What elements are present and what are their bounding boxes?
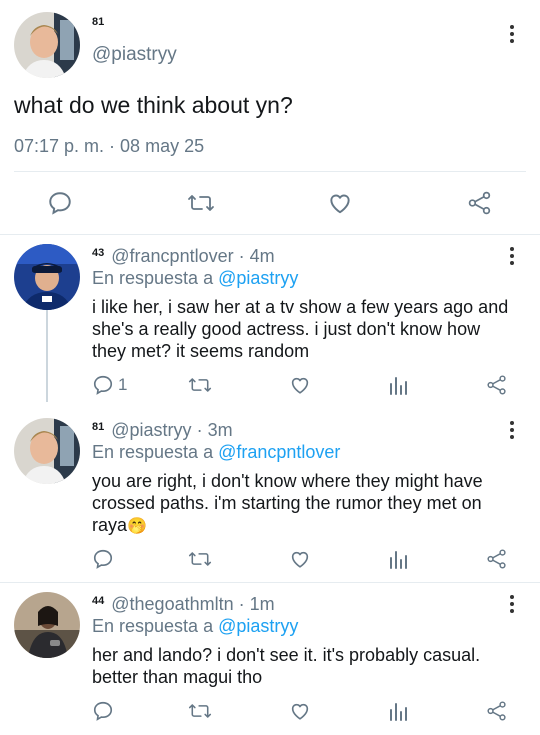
avatar-thegoathmltn[interactable] xyxy=(14,592,80,658)
retweet-button[interactable] xyxy=(188,700,212,722)
separator-dot: · xyxy=(196,420,203,440)
kebab-menu-icon[interactable] xyxy=(509,595,515,616)
reply-icon xyxy=(93,375,113,395)
reply-text-line: raya xyxy=(92,515,128,535)
retweet-icon xyxy=(188,195,214,211)
reply-author-handle[interactable]: @thegoathmltn xyxy=(111,594,233,614)
reply-text-line: better than magui tho xyxy=(92,667,263,687)
heart-icon xyxy=(291,703,309,720)
reply-to-link[interactable]: @francpntlover xyxy=(218,442,340,462)
reply-text-line: they met? it seems random xyxy=(92,341,310,361)
divider xyxy=(14,171,526,172)
share-button[interactable] xyxy=(467,190,493,216)
separator-dot: · xyxy=(238,246,245,266)
avatar-francpntlover[interactable] xyxy=(14,244,80,310)
reply-author-handle[interactable]: @francpntlover xyxy=(111,246,233,266)
share-button[interactable] xyxy=(486,374,508,396)
analytics-button[interactable] xyxy=(388,700,408,722)
share-icon xyxy=(487,701,506,721)
share-button[interactable] xyxy=(486,700,508,722)
retweet-icon xyxy=(188,704,212,718)
share-icon xyxy=(487,549,506,569)
kebab-menu-icon[interactable] xyxy=(509,421,515,442)
tweet-text: what do we think about yn? xyxy=(14,92,293,118)
analytics-icon xyxy=(390,377,407,395)
tweet-timestamp: 07:17 p. m. · 08 may 25 xyxy=(14,136,205,156)
reply-count: 1 xyxy=(118,375,128,394)
divider xyxy=(0,234,540,235)
reply-to-link[interactable]: @piastryy xyxy=(218,616,298,636)
reply-header: 81 @piastryy · 3m xyxy=(92,420,233,441)
like-button[interactable] xyxy=(289,374,311,396)
thread-connector-line xyxy=(46,310,48,402)
reply-icon xyxy=(49,192,71,215)
follower-badge: 81 xyxy=(92,421,105,433)
follower-badge: 44 xyxy=(92,595,105,607)
reply-author-handle[interactable]: @piastryy xyxy=(111,420,191,440)
in-reply-to: En respuesta a @piastryy xyxy=(92,268,298,289)
reply-time: 4m xyxy=(249,246,275,266)
follower-badge: 81 xyxy=(92,16,105,28)
retweet-icon xyxy=(188,378,212,392)
like-button[interactable] xyxy=(327,190,353,216)
divider xyxy=(0,582,540,583)
reply-prefix: En respuesta a xyxy=(92,268,214,288)
share-icon xyxy=(487,375,506,395)
reply-text-line: crossed paths. i'm starting the rumor th… xyxy=(92,493,482,513)
kebab-menu-icon[interactable] xyxy=(509,247,515,268)
in-reply-to: En respuesta a @piastryy xyxy=(92,616,298,637)
retweet-button[interactable] xyxy=(187,190,215,216)
analytics-icon xyxy=(390,703,407,721)
reply-text: her and lando? i don't see it. it's prob… xyxy=(92,644,532,688)
reply-text-line: her and lando? i don't see it. it's prob… xyxy=(92,645,481,665)
share-icon xyxy=(468,191,491,215)
reply-prefix: En respuesta a xyxy=(92,442,214,462)
reply-text: you are right, i don't know where they m… xyxy=(92,470,532,538)
heart-icon xyxy=(291,551,309,568)
in-reply-to: En respuesta a @francpntlover xyxy=(92,442,340,463)
reply-prefix: En respuesta a xyxy=(92,616,214,636)
analytics-button[interactable] xyxy=(388,374,408,396)
retweet-button[interactable] xyxy=(188,548,212,570)
reply-header: 43 @francpntlover · 4m xyxy=(92,246,275,267)
heart-icon xyxy=(330,194,350,214)
heart-icon xyxy=(291,377,309,394)
like-button[interactable] xyxy=(289,700,311,722)
reply-icon xyxy=(93,549,113,569)
share-button[interactable] xyxy=(486,548,508,570)
follower-badge: 43 xyxy=(92,247,105,259)
analytics-button[interactable] xyxy=(388,548,408,570)
avatar-piastryy[interactable] xyxy=(14,418,80,484)
reply-to-link[interactable]: @piastryy xyxy=(218,268,298,288)
reply-time: 3m xyxy=(207,420,233,440)
separator-dot: · xyxy=(238,594,245,614)
reply-button[interactable]: 1 xyxy=(92,374,127,396)
reply-text-line: you are right, i don't know where they m… xyxy=(92,471,483,491)
reply-button[interactable] xyxy=(92,548,114,570)
reply-text-line: she's a really good actress. i just don'… xyxy=(92,319,481,339)
tweet-author-handle[interactable]: @piastryy xyxy=(92,44,177,66)
reply-text-line: i like her, i saw her at a tv show a few… xyxy=(92,297,509,317)
like-button[interactable] xyxy=(289,548,311,570)
reply-icon xyxy=(93,701,113,721)
retweet-icon xyxy=(188,552,212,566)
avatar-piastryy[interactable] xyxy=(14,12,80,78)
retweet-button[interactable] xyxy=(188,374,212,396)
face-with-hand-over-mouth-emoji: 🤭 xyxy=(127,518,147,535)
reply-button[interactable] xyxy=(92,700,114,722)
reply-time: 1m xyxy=(249,594,275,614)
analytics-icon xyxy=(390,551,407,569)
reply-header: 44 @thegoathmltn · 1m xyxy=(92,594,275,615)
kebab-menu-icon[interactable] xyxy=(509,25,515,46)
reply-button[interactable] xyxy=(47,190,73,216)
reply-text: i like her, i saw her at a tv show a few… xyxy=(92,296,532,362)
